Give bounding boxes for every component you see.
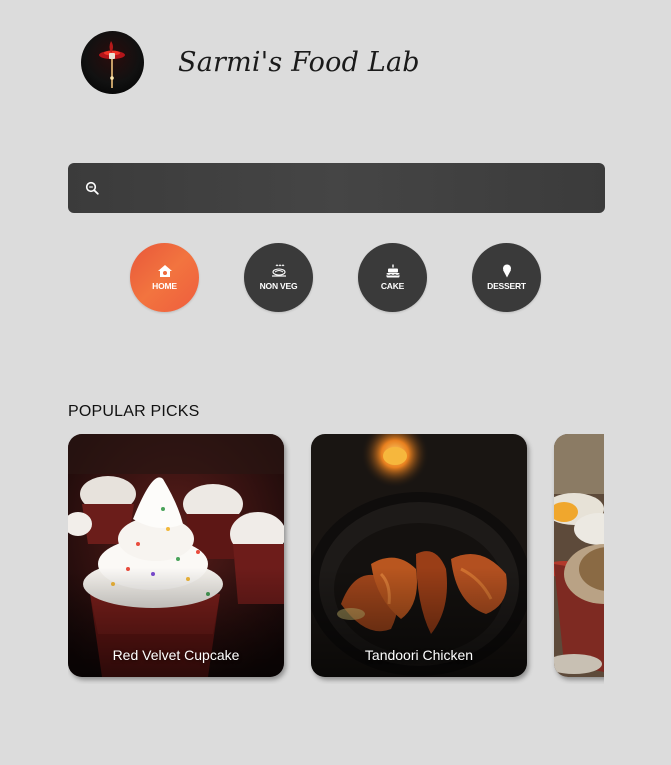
dish-image: [554, 434, 604, 677]
category-cake-label: CAKE: [380, 281, 405, 291]
brand-title: Sarmi's Food Lab: [178, 47, 420, 78]
popular-picks-title: POPULAR PICKS: [68, 403, 200, 420]
popular-card-red-velvet-cupcake[interactable]: Red Velvet Cupcake: [68, 434, 284, 677]
search-icon[interactable]: [85, 181, 99, 195]
ice-cream-icon: [502, 264, 511, 278]
category-home-button[interactable]: HOME: [130, 243, 199, 312]
search-bar[interactable]: [68, 163, 605, 213]
popular-card-title: Tandoori Chicken: [364, 647, 474, 663]
search-input[interactable]: [111, 163, 605, 213]
category-non-veg-label: NON VEG: [259, 281, 298, 291]
popular-card-tandoori-chicken[interactable]: Tandoori Chicken: [311, 434, 527, 677]
category-dessert-button[interactable]: DESSERT: [472, 243, 541, 312]
cupcake-image: [68, 434, 284, 677]
tandoori-chicken-image: [311, 434, 527, 677]
popular-card-third[interactable]: [554, 434, 604, 677]
category-non-veg-button[interactable]: NON VEG: [244, 243, 313, 312]
flame-fork-logo-icon: [99, 41, 125, 88]
popular-card-title: Red Velvet Cupcake: [112, 647, 240, 663]
home-icon: [157, 265, 172, 277]
category-dessert-label: DESSERT: [487, 281, 526, 291]
category-nav: HOME NON VEG CAKE DESSERT: [130, 243, 541, 312]
cake-icon: [385, 264, 400, 278]
popular-picks-carousel[interactable]: Red Velvet Cupcake Tandoori Chicken: [68, 434, 604, 684]
chicken-icon: [271, 264, 286, 277]
category-home-label: HOME: [152, 281, 177, 291]
brand-logo[interactable]: [81, 31, 144, 94]
header: Sarmi's Food Lab: [81, 31, 420, 94]
category-cake-button[interactable]: CAKE: [358, 243, 427, 312]
